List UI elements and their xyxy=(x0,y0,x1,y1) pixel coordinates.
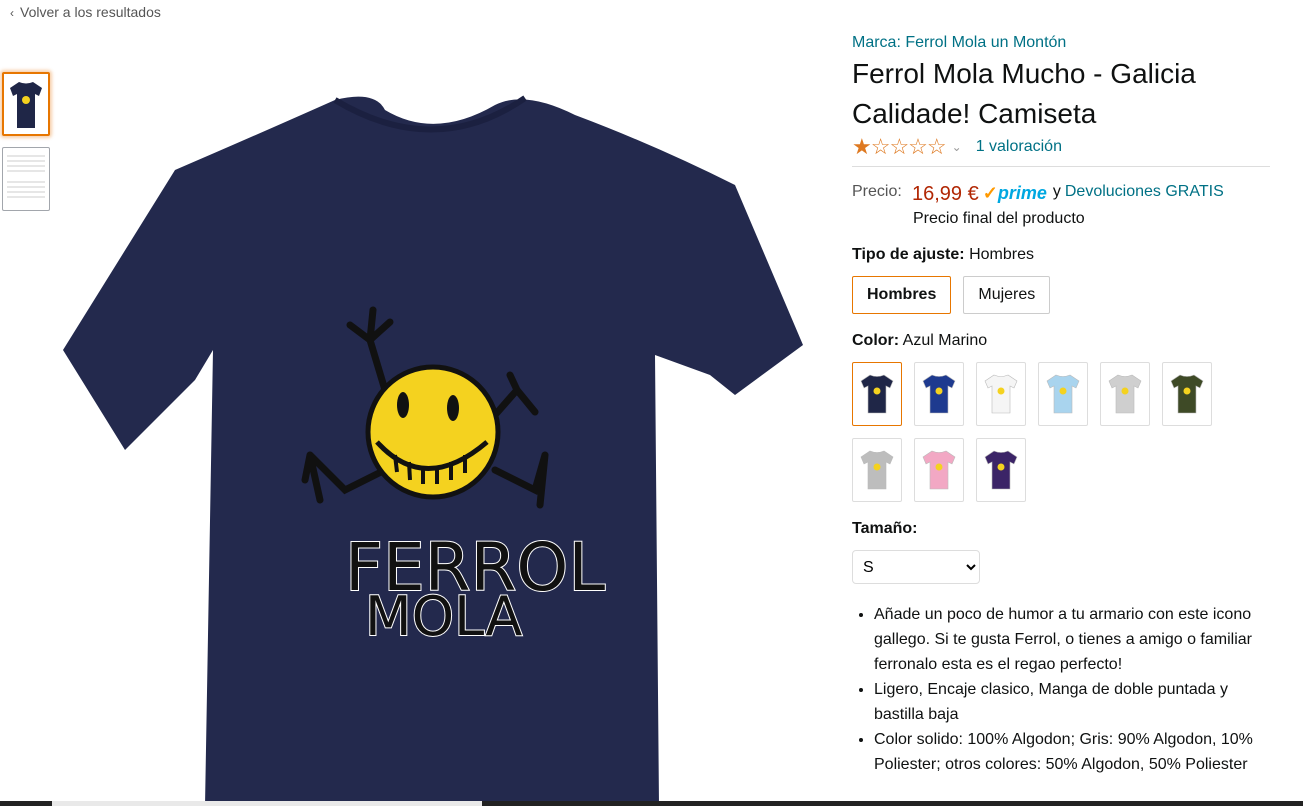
bullet-item: Ligero, Encaje clasico, Manga de doble p… xyxy=(874,677,1274,727)
product-title: Ferrol Mola Mucho - Galicia Calidade! Ca… xyxy=(852,58,1196,129)
prime-badge: ✓prime xyxy=(982,183,1047,203)
fit-options: Hombres Mujeres xyxy=(852,276,1272,314)
price-row: Precio: 16,99 € ✓prime y Devoluciones GR… xyxy=(852,183,1272,206)
shirt-swatch-icon xyxy=(860,450,894,490)
shirt-swatch-icon xyxy=(922,374,956,414)
shirt-swatch-icon xyxy=(1108,374,1142,414)
thumbnail-shirt[interactable] xyxy=(2,72,50,136)
price-value: 16,99 € xyxy=(912,183,979,205)
bullet-item: Añade un poco de humor a tu armario con … xyxy=(874,602,1274,677)
size-label: Tamaño: xyxy=(852,520,918,537)
color-label: Color: xyxy=(852,332,900,349)
color-swatch[interactable] xyxy=(852,438,902,502)
brand-link[interactable]: Marca: Ferrol Mola un Montón xyxy=(852,34,1272,52)
shirt-text-line2: MOLA xyxy=(365,585,522,648)
color-swatch[interactable] xyxy=(976,362,1026,426)
chevron-left-icon: ‹ xyxy=(10,6,14,20)
shirt-swatch-icon xyxy=(922,450,956,490)
color-swatches xyxy=(852,362,1272,502)
and-text: y xyxy=(1052,183,1061,200)
chevron-down-icon[interactable]: ⌄ xyxy=(952,140,962,154)
prime-check-icon: ✓ xyxy=(982,183,998,203)
size-label-row: Tamaño: xyxy=(852,520,1272,538)
taskbar-segment xyxy=(52,801,482,806)
rating-count-link[interactable]: 1 valoración xyxy=(976,138,1062,156)
price-label: Precio: xyxy=(852,183,902,200)
feature-bullets: Añade un poco de humor a tu armario con … xyxy=(852,602,1274,777)
taskbar-strip xyxy=(0,801,1303,806)
fit-label-row: Tipo de ajuste: Hombres xyxy=(852,246,1272,264)
fit-value: Hombres xyxy=(969,246,1034,263)
color-swatch[interactable] xyxy=(1100,362,1150,426)
rating-stars[interactable]: ★☆☆☆☆ xyxy=(852,134,947,160)
color-swatch[interactable] xyxy=(1038,362,1088,426)
back-label: Volver a los resultados xyxy=(20,4,161,20)
back-to-results-link[interactable]: ‹ Volver a los resultados xyxy=(10,4,161,20)
fit-option-hombres[interactable]: Hombres xyxy=(852,276,952,314)
color-swatch[interactable] xyxy=(976,438,1026,502)
color-label-row: Color: Azul Marino xyxy=(852,332,1272,350)
shirt-swatch-icon xyxy=(860,374,894,414)
free-returns-link[interactable]: Devoluciones GRATIS xyxy=(1065,183,1224,206)
shirt-thumbnail-image xyxy=(10,82,42,128)
color-swatch[interactable] xyxy=(1162,362,1212,426)
size-select[interactable]: S xyxy=(852,550,980,584)
main-product-image: FERROL MOLA xyxy=(63,95,803,806)
color-swatch[interactable] xyxy=(914,438,964,502)
color-swatch[interactable] xyxy=(852,362,902,426)
final-price-note: Precio final del producto xyxy=(913,210,1085,227)
rating-row: ★☆☆☆☆ ⌄ 1 valoración xyxy=(852,134,1270,167)
size-chart-thumbnail-image xyxy=(7,155,45,198)
color-swatch[interactable] xyxy=(914,362,964,426)
shirt-swatch-icon xyxy=(984,374,1018,414)
product-details: Marca: Ferrol Mola un Montón Ferrol Mola… xyxy=(852,30,1272,777)
bullet-item: Color solido: 100% Algodon; Gris: 90% Al… xyxy=(874,727,1274,777)
fit-option-mujeres[interactable]: Mujeres xyxy=(963,276,1051,314)
fit-label: Tipo de ajuste: xyxy=(852,246,965,263)
shirt-swatch-icon xyxy=(984,450,1018,490)
shirt-swatch-icon xyxy=(1046,374,1080,414)
shirt-swatch-icon xyxy=(1170,374,1204,414)
color-value: Azul Marino xyxy=(902,332,988,349)
thumbnail-size-chart[interactable] xyxy=(2,147,50,211)
